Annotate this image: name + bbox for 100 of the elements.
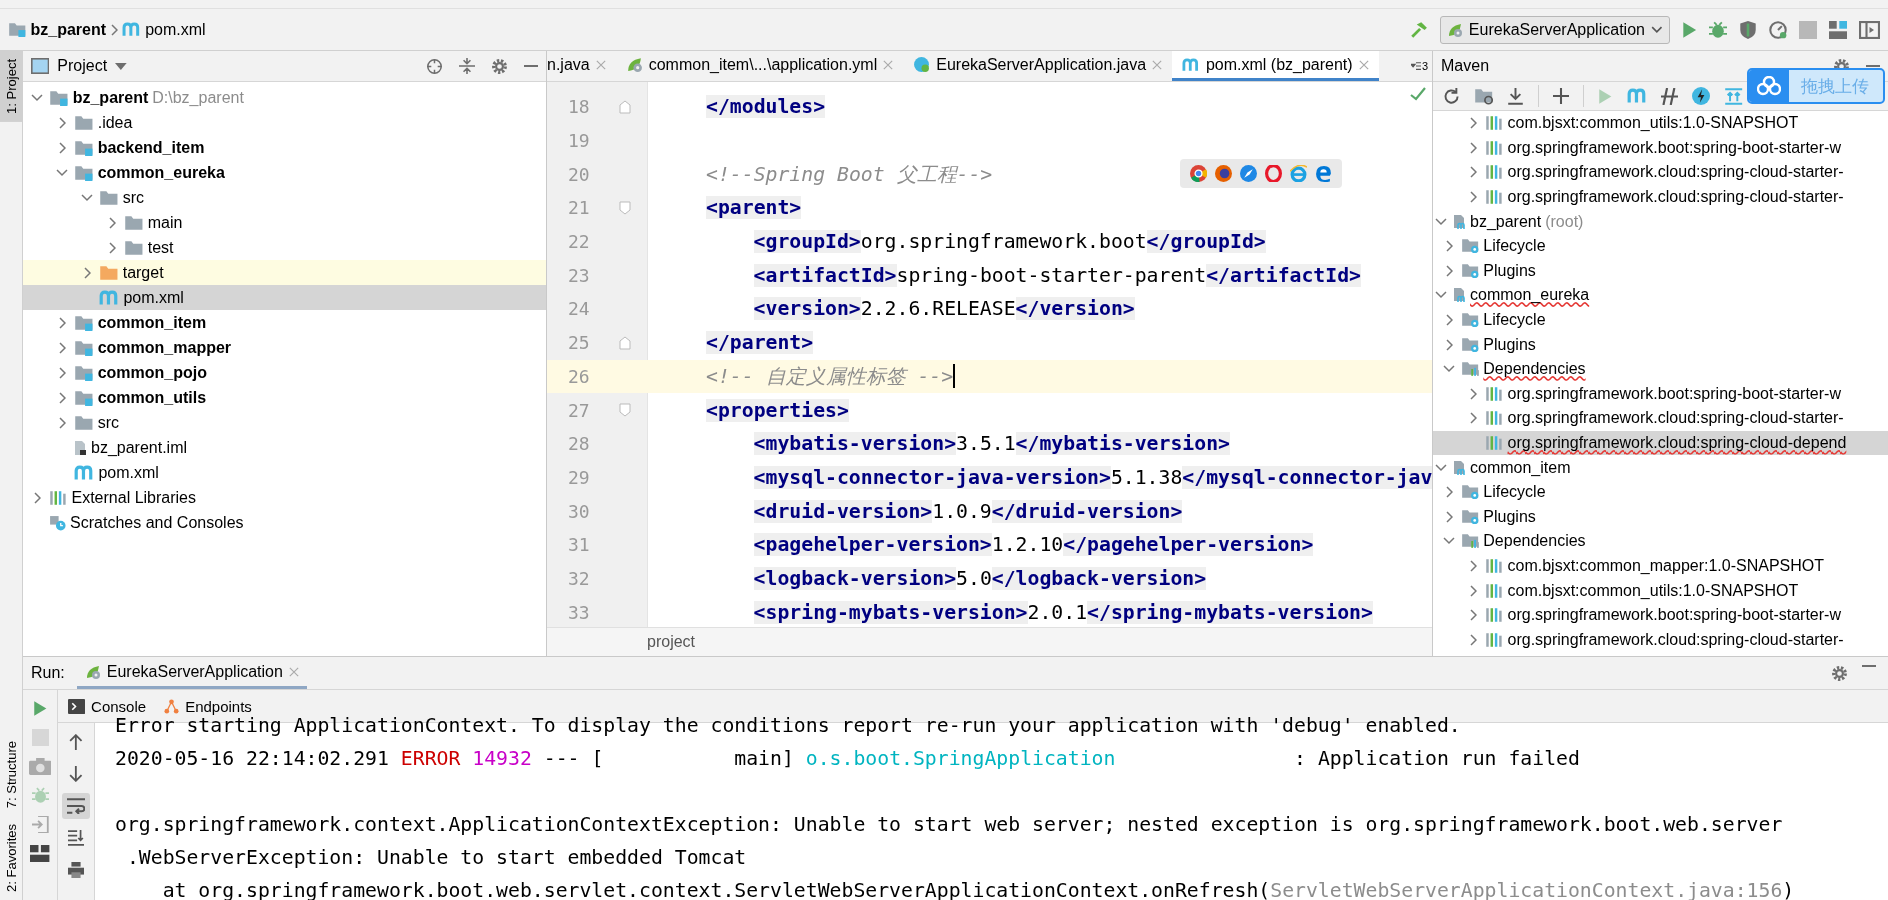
chevron-right-icon[interactable] (58, 316, 66, 329)
tree-row[interactable]: main (23, 210, 546, 235)
tree-row[interactable]: bz_parent D:\bz_parent (23, 85, 546, 110)
chevron-right-icon[interactable] (58, 366, 66, 379)
ring-icon[interactable] (1265, 165, 1282, 182)
tree-row[interactable]: com.bjsxt:common_mapper:1.0-SNAPSHOT (1433, 553, 1888, 579)
settings-icon[interactable] (1831, 664, 1848, 682)
tree-row[interactable]: pom.xml (23, 285, 546, 310)
bug-icon[interactable] (1709, 20, 1727, 39)
panel-title[interactable]: Maven (1441, 57, 1490, 75)
shield-icon[interactable] (1739, 20, 1757, 39)
tree-row[interactable]: com.bjsxt:common_utils:1.0-SNAPSHOT (1433, 111, 1888, 136)
chevron-right-icon[interactable] (1445, 338, 1453, 351)
round-browser-icon[interactable] (1215, 165, 1232, 182)
tree-row[interactable]: common_pojo (23, 360, 546, 385)
round-browser-icon[interactable] (1190, 165, 1207, 182)
chevron-right-icon[interactable] (58, 391, 66, 404)
chevron-down-icon[interactable] (1443, 365, 1455, 374)
tree-row[interactable]: Lifecycle (1433, 233, 1888, 259)
tree-row[interactable]: Dependencies (1433, 356, 1888, 382)
chevron-right-icon[interactable] (1469, 191, 1477, 204)
download-icon[interactable] (1507, 87, 1525, 105)
tree-row[interactable]: org.springframework.boot:spring-boot-starter-w (1433, 135, 1888, 161)
tree-row[interactable]: Dependencies (1433, 529, 1888, 554)
tree-row[interactable]: org.springframework.cloud:spring-cloud-starter- (1433, 406, 1888, 431)
reload-icon[interactable] (1443, 87, 1460, 105)
fold-marker-icon[interactable] (619, 403, 631, 418)
chevron-down-icon[interactable] (31, 93, 43, 102)
tree-row[interactable]: org.springframework.cloud:spring-cloud-starter- (1433, 184, 1888, 210)
tree-row[interactable]: common_utils (23, 385, 546, 410)
chevron-right-icon[interactable] (1469, 387, 1477, 400)
chevron-right-icon[interactable] (1469, 584, 1477, 597)
compass-icon[interactable] (1240, 165, 1257, 182)
tool-window-tab[interactable]: 2: Favorites (0, 816, 22, 900)
tree-row[interactable]: pom.xml (23, 460, 546, 485)
fold-marker-icon[interactable] (619, 99, 631, 114)
run-configuration-dropdown[interactable]: EurekaServerApplication (1439, 15, 1670, 44)
tab-list-button[interactable]: 3 (1406, 51, 1432, 81)
tree-row[interactable]: org.springframework.cloud:spring-cloud-starter- (1433, 627, 1888, 653)
tool-window-tab[interactable]: 7: Structure (0, 732, 22, 817)
chevron-right-icon[interactable] (1445, 314, 1453, 327)
chevron-right-icon[interactable] (1445, 510, 1453, 523)
chevron-right-icon[interactable] (83, 266, 91, 279)
chevron-right-icon[interactable] (1469, 633, 1477, 646)
chevron-right-icon[interactable] (1469, 117, 1477, 130)
hammer-icon[interactable] (1409, 20, 1428, 39)
tree-row[interactable]: bz_parent.iml (23, 435, 546, 460)
chevron-right-icon[interactable] (1469, 560, 1477, 572)
tree-row[interactable]: org.springframework.boot:spring-boot-starter-w (1433, 381, 1888, 407)
hash-icon[interactable] (1661, 87, 1679, 105)
run-icon[interactable] (32, 700, 48, 717)
chevron-right-icon[interactable] (1469, 166, 1477, 179)
tree-row[interactable]: common_eureka (1433, 283, 1888, 308)
tree-row[interactable]: .idea (23, 110, 546, 135)
tree-row[interactable]: External Libraries (23, 485, 546, 510)
e-logo-icon[interactable] (1315, 165, 1332, 182)
breadcrumb-item[interactable]: pom.xml (145, 20, 206, 39)
chevron-right-icon[interactable] (1445, 486, 1453, 499)
dropdown-caret-icon[interactable] (115, 62, 127, 70)
tree-row[interactable]: common_mapper (23, 335, 546, 360)
chevron-right-icon[interactable] (108, 241, 116, 254)
grid-icon[interactable] (1829, 20, 1847, 39)
tree-row[interactable]: org.springframework.boot:spring-boot-starter-w (1433, 602, 1888, 628)
tree-row[interactable]: src (23, 185, 546, 210)
chevron-down-icon[interactable] (1435, 217, 1447, 226)
chevron-down-icon[interactable] (1443, 537, 1455, 546)
chevron-right-icon[interactable] (1469, 609, 1477, 622)
layout-icon[interactable] (30, 845, 50, 862)
panel-title[interactable]: Project (57, 57, 108, 75)
console-tab[interactable]: Console (64, 697, 151, 715)
add-icon[interactable] (1553, 88, 1570, 104)
editor-tab[interactable]: pom.xml (bz_parent) (1172, 51, 1379, 81)
tree-row[interactable]: common_eureka (23, 160, 546, 185)
chevron-right-icon[interactable] (1469, 412, 1477, 425)
tree-row[interactable]: Scratches and Consoles (23, 510, 546, 535)
tree-row[interactable]: Plugins (1433, 258, 1888, 284)
breadcrumb-item[interactable]: bz_parent (30, 20, 107, 39)
chevron-right-icon[interactable] (58, 341, 66, 354)
tree-row[interactable]: target (23, 260, 546, 285)
chevron-right-icon[interactable] (58, 416, 66, 429)
editor-tab[interactable]: common_item\...\application.yml (615, 51, 904, 81)
run-icon[interactable] (1681, 20, 1697, 39)
settings-icon[interactable] (491, 57, 508, 75)
lightning-icon[interactable] (1692, 87, 1711, 105)
editor-tab[interactable]: EurekaServerApplication.java (903, 51, 1173, 81)
editor-tab[interactable]: n.java (547, 51, 616, 81)
chevron-right-icon[interactable] (1445, 264, 1453, 277)
soft-wrap-button[interactable] (62, 793, 90, 819)
tree-row[interactable]: common_item (1433, 455, 1888, 480)
panel-icon[interactable] (1859, 20, 1880, 39)
tree-row[interactable]: bz_parent (root) (1433, 209, 1888, 234)
chevron-right-icon[interactable] (58, 141, 66, 154)
tree-row[interactable]: src (23, 410, 546, 435)
gauge-icon[interactable] (1769, 20, 1787, 39)
chevron-right-icon[interactable] (1469, 141, 1477, 154)
close-icon[interactable] (1358, 59, 1369, 70)
tool-window-tab[interactable]: 1: Project (0, 51, 22, 122)
tree-row[interactable]: test (23, 235, 546, 260)
chevron-down-icon[interactable] (81, 193, 93, 202)
collapse-all-icon[interactable] (459, 58, 475, 74)
